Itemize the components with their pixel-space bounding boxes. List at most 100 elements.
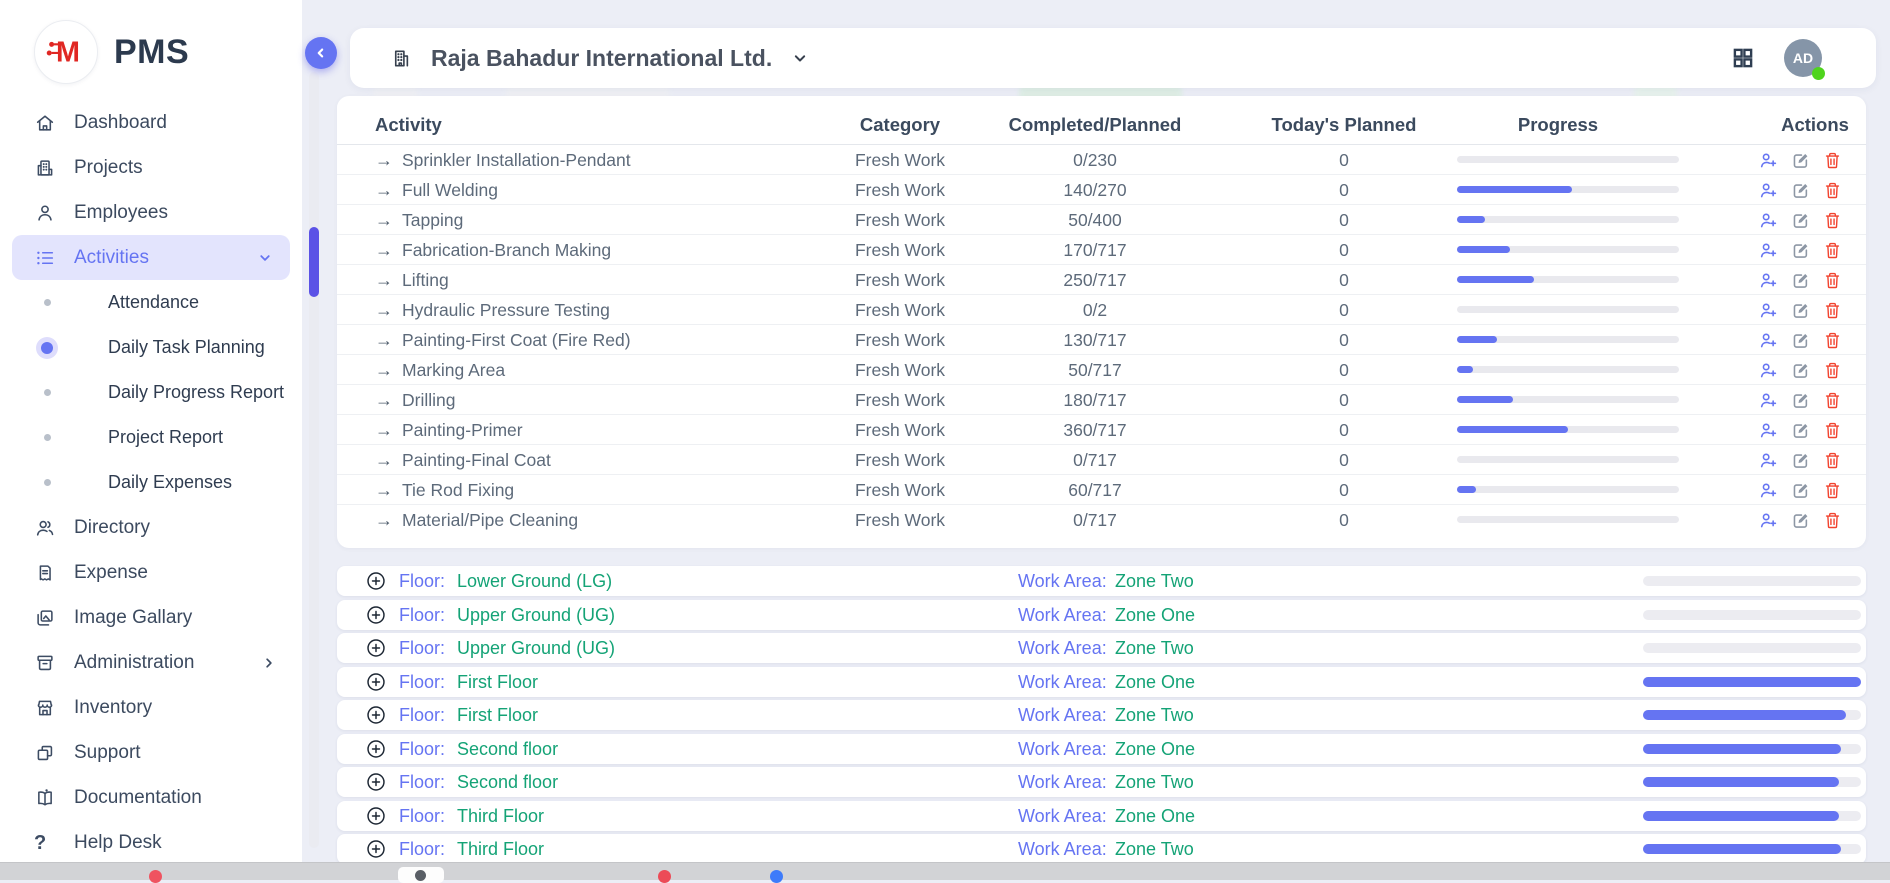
edit-icon (1790, 330, 1811, 351)
activity-name: Painting-First Coat (Fire Red) (402, 330, 631, 351)
edit-button[interactable] (1789, 179, 1811, 201)
plus-circle-icon (365, 738, 387, 760)
floor-progress-bar (1643, 744, 1861, 754)
edit-button[interactable] (1789, 329, 1811, 351)
sidebar-subitem-daily-progress-report[interactable]: Daily Progress Report (0, 370, 302, 415)
delete-button[interactable] (1821, 269, 1843, 291)
avatar-initials: AD (1793, 50, 1813, 66)
sidebar-scrollbar-thumb[interactable] (309, 227, 319, 297)
edit-icon (1790, 150, 1811, 171)
column-header-progress: Progress (1428, 104, 1688, 145)
expand-floor-button[interactable] (365, 570, 387, 592)
chevron-down-icon (790, 48, 810, 68)
edit-button[interactable] (1789, 509, 1811, 531)
assign-user-button[interactable] (1757, 269, 1779, 291)
sidebar-item-inventory[interactable]: Inventory (0, 685, 302, 730)
edit-button[interactable] (1789, 299, 1811, 321)
progress-bar (1457, 396, 1679, 403)
expand-floor-button[interactable] (365, 671, 387, 693)
floor-name: First Floor (457, 700, 538, 730)
trash-icon (1822, 300, 1843, 321)
taskbar-app-icon[interactable] (398, 867, 444, 883)
sidebar-item-projects[interactable]: Projects (0, 145, 302, 190)
sidebar-item-documentation[interactable]: Documentation (0, 775, 302, 820)
person-plus-icon (1758, 210, 1779, 231)
sidebar-subitem-daily-expenses[interactable]: Daily Expenses (0, 460, 302, 505)
bullet-dot-icon (44, 299, 51, 306)
todays-planned: 0 (1234, 445, 1454, 475)
delete-button[interactable] (1821, 389, 1843, 411)
assign-user-button[interactable] (1757, 239, 1779, 261)
sidebar-subitem-attendance[interactable]: Attendance (0, 280, 302, 325)
assign-user-button[interactable] (1757, 419, 1779, 441)
assign-user-button[interactable] (1757, 149, 1779, 171)
delete-button[interactable] (1821, 479, 1843, 501)
delete-button[interactable] (1821, 509, 1843, 531)
assign-user-button[interactable] (1757, 479, 1779, 501)
sidebar-subitem-daily-task-planning[interactable]: Daily Task Planning (0, 325, 302, 370)
progress-bar (1457, 486, 1679, 493)
expand-floor-button[interactable] (365, 738, 387, 760)
sidebar-item-administration[interactable]: Administration (0, 640, 302, 685)
delete-button[interactable] (1821, 149, 1843, 171)
assign-user-button[interactable] (1757, 449, 1779, 471)
sidebar-item-label: Documentation (74, 787, 202, 809)
sidebar-item-dashboard[interactable]: Dashboard (0, 100, 302, 145)
sidebar-item-support[interactable]: Support (0, 730, 302, 775)
activity-row: →Sprinkler Installation-PendantFresh Wor… (337, 145, 1866, 175)
completed-planned: 0/2 (985, 295, 1205, 325)
row-arrow-icon: → (375, 240, 393, 261)
assign-user-button[interactable] (1757, 209, 1779, 231)
sidebar-item-directory[interactable]: Directory (0, 505, 302, 550)
delete-button[interactable] (1821, 299, 1843, 321)
taskbar-icon[interactable] (770, 870, 783, 883)
activity-row: →Fabrication-Branch MakingFresh Work170/… (337, 235, 1866, 265)
delete-button[interactable] (1821, 239, 1843, 261)
trash-icon (1822, 210, 1843, 231)
apps-grid-button[interactable] (1730, 45, 1756, 71)
edit-button[interactable] (1789, 449, 1811, 471)
taskbar-icon[interactable] (149, 870, 162, 883)
delete-button[interactable] (1821, 359, 1843, 381)
edit-button[interactable] (1789, 149, 1811, 171)
delete-button[interactable] (1821, 329, 1843, 351)
expand-floor-button[interactable] (365, 838, 387, 860)
edit-button[interactable] (1789, 389, 1811, 411)
sidebar-item-help-desk[interactable]: ?Help Desk (0, 820, 302, 865)
delete-button[interactable] (1821, 449, 1843, 471)
taskbar-icon[interactable] (658, 870, 671, 883)
edit-icon (1790, 210, 1811, 231)
expand-floor-button[interactable] (365, 637, 387, 659)
delete-button[interactable] (1821, 209, 1843, 231)
sidebar-collapse-button[interactable] (305, 37, 337, 69)
sidebar-item-employees[interactable]: Employees (0, 190, 302, 235)
edit-button[interactable] (1789, 359, 1811, 381)
assign-user-button[interactable] (1757, 329, 1779, 351)
sidebar-subitem-project-report[interactable]: Project Report (0, 415, 302, 460)
edit-button[interactable] (1789, 209, 1811, 231)
company-selector[interactable]: Raja Bahadur International Ltd. (390, 45, 810, 72)
edit-button[interactable] (1789, 269, 1811, 291)
edit-button[interactable] (1789, 479, 1811, 501)
person-plus-icon (1758, 450, 1779, 471)
sidebar-item-image-gallary[interactable]: Image Gallary (0, 595, 302, 640)
sidebar-item-expense[interactable]: Expense (0, 550, 302, 595)
assign-user-button[interactable] (1757, 509, 1779, 531)
completed-planned: 170/717 (985, 235, 1205, 265)
delete-button[interactable] (1821, 419, 1843, 441)
edit-button[interactable] (1789, 419, 1811, 441)
todays-planned: 0 (1234, 355, 1454, 385)
expand-floor-button[interactable] (365, 771, 387, 793)
edit-button[interactable] (1789, 239, 1811, 261)
activity-category: Fresh Work (790, 145, 1010, 175)
assign-user-button[interactable] (1757, 359, 1779, 381)
expand-floor-button[interactable] (365, 704, 387, 726)
assign-user-button[interactable] (1757, 389, 1779, 411)
user-avatar[interactable]: AD (1784, 39, 1822, 77)
expand-floor-button[interactable] (365, 805, 387, 827)
assign-user-button[interactable] (1757, 179, 1779, 201)
assign-user-button[interactable] (1757, 299, 1779, 321)
sidebar-item-activities[interactable]: Activities (12, 235, 290, 280)
expand-floor-button[interactable] (365, 604, 387, 626)
delete-button[interactable] (1821, 179, 1843, 201)
